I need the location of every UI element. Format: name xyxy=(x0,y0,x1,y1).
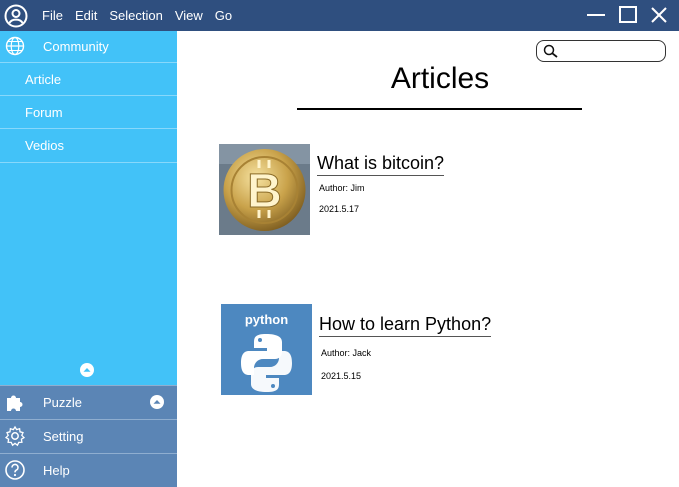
menu-bar: File Edit Selection View Go xyxy=(42,0,244,31)
article-date: 2021.5.15 xyxy=(321,371,362,381)
title-divider xyxy=(297,108,582,110)
sidebar-item-help[interactable]: Help xyxy=(0,453,177,487)
svg-text:B: B xyxy=(247,165,282,218)
globe-icon xyxy=(5,36,25,56)
sidebar-item-setting[interactable]: Setting xyxy=(0,419,177,453)
sidebar-item-label: Forum xyxy=(25,105,63,120)
search-icon xyxy=(543,44,558,58)
title-bar: File Edit Selection View Go xyxy=(0,0,679,31)
article-author: Author: Jim xyxy=(319,183,365,193)
minimize-icon[interactable] xyxy=(586,5,606,25)
menu-selection[interactable]: Selection xyxy=(109,8,162,23)
puzzle-icon xyxy=(7,395,23,411)
page-title: Articles xyxy=(390,62,490,95)
article-thumbnail-python[interactable]: python xyxy=(221,304,312,395)
menu-file[interactable]: File xyxy=(42,8,63,23)
sidebar-item-label: Setting xyxy=(43,429,84,444)
sidebar-item-forum[interactable]: Forum xyxy=(0,95,177,129)
maximize-icon[interactable] xyxy=(618,5,638,25)
sidebar-item-label: Article xyxy=(25,72,62,87)
sidebar: Community Article Forum Vedios Puzzle Se… xyxy=(0,31,177,487)
sidebar-item-puzzle[interactable]: Puzzle xyxy=(0,385,177,419)
article-title[interactable]: What is bitcoin? xyxy=(317,153,445,176)
menu-edit[interactable]: Edit xyxy=(75,8,97,23)
menu-view[interactable]: View xyxy=(175,8,203,23)
search-input[interactable] xyxy=(536,40,666,62)
sidebar-item-label: Puzzle xyxy=(43,395,83,410)
sidebar-header-community[interactable]: Community xyxy=(0,31,177,62)
close-icon[interactable] xyxy=(649,5,669,25)
sidebar-header-label: Community xyxy=(43,39,109,54)
collapse-up-icon[interactable] xyxy=(80,363,94,377)
menu-go[interactable]: Go xyxy=(215,8,232,23)
article-date: 2021.5.17 xyxy=(319,204,360,214)
python-label: python xyxy=(245,312,288,327)
sidebar-item-vedios[interactable]: Vedios xyxy=(0,128,177,163)
expand-up-icon[interactable] xyxy=(150,395,164,409)
sidebar-item-label: Vedios xyxy=(25,138,65,153)
article-author: Author: Jack xyxy=(321,348,372,358)
sidebar-item-label: Help xyxy=(43,463,70,478)
help-icon xyxy=(5,460,25,480)
article-title[interactable]: How to learn Python? xyxy=(319,314,492,337)
gear-icon xyxy=(4,425,26,447)
bitcoin-icon: B xyxy=(219,144,310,235)
sidebar-item-article[interactable]: Article xyxy=(0,62,177,96)
user-avatar-icon[interactable] xyxy=(4,4,28,28)
python-logo-icon: python xyxy=(221,304,312,395)
article-thumbnail-bitcoin[interactable]: B xyxy=(219,144,310,235)
